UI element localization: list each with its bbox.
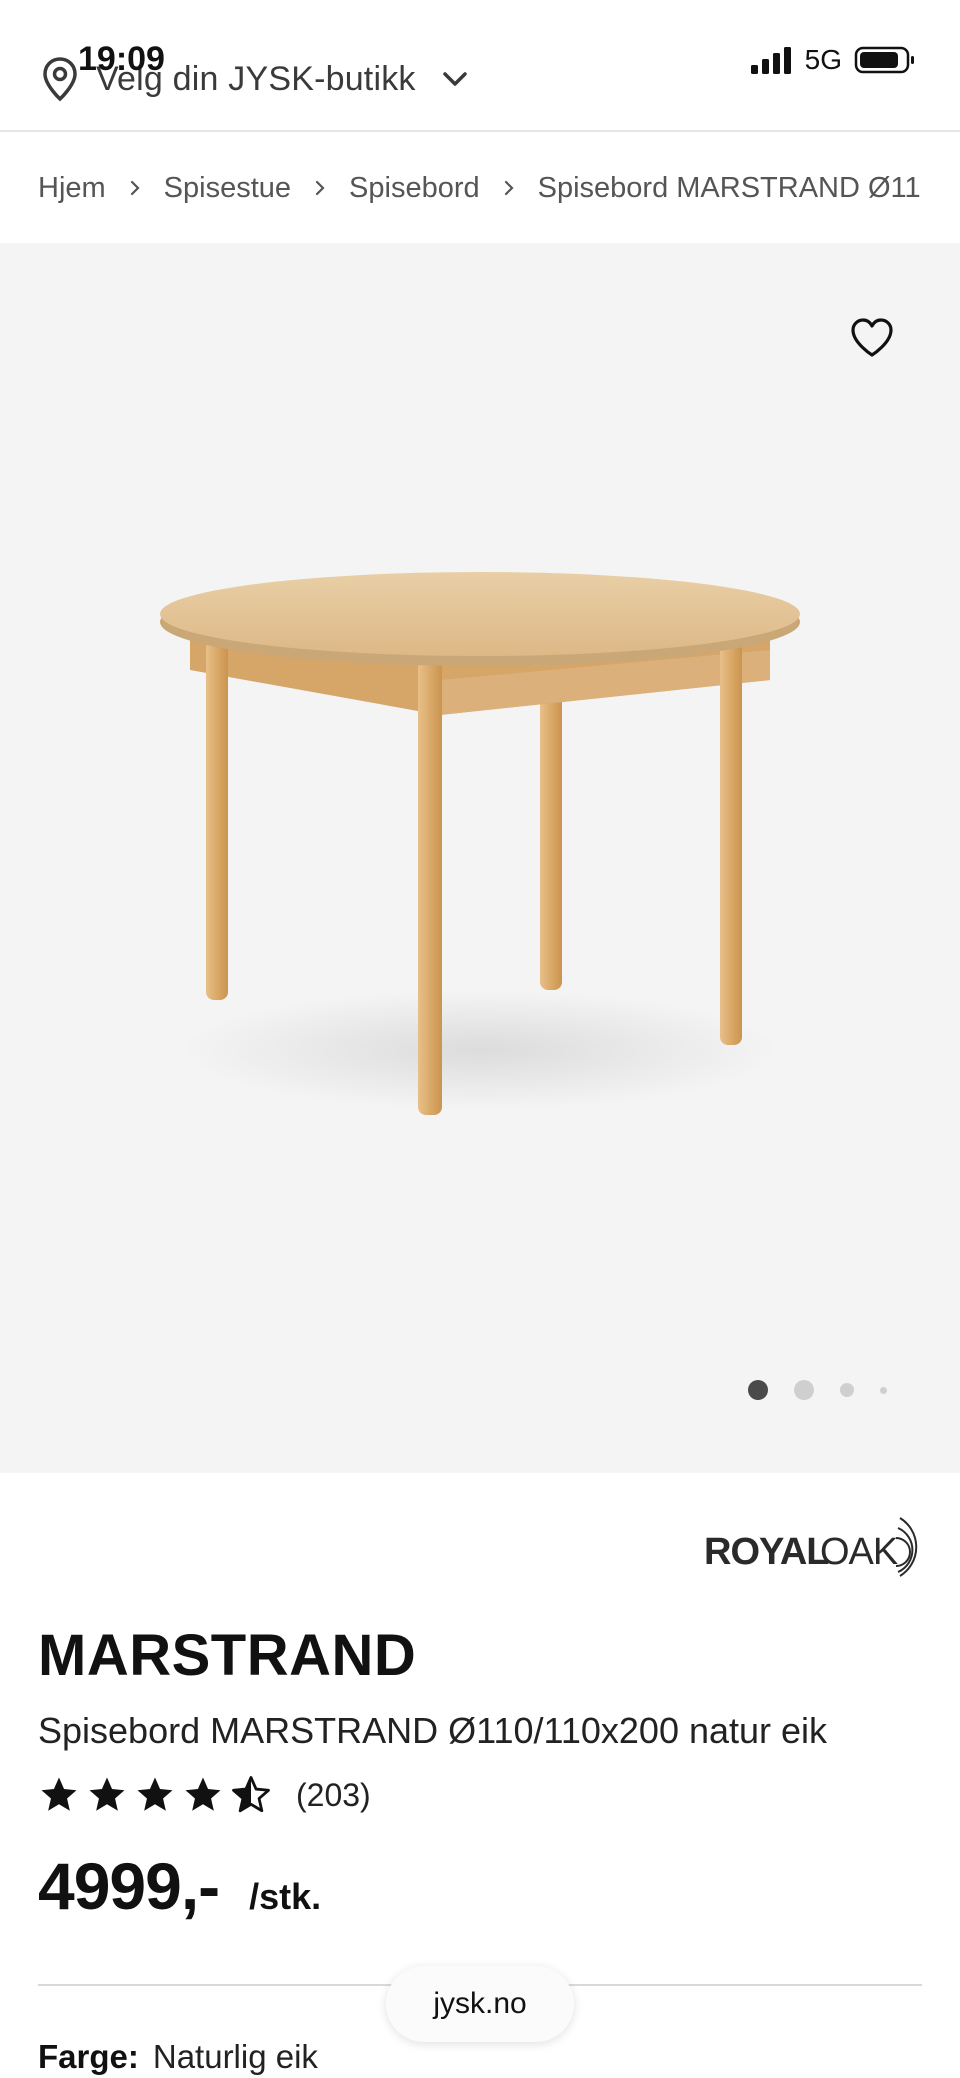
gallery-pagination: [748, 1380, 887, 1400]
breadcrumb-item-spisebord[interactable]: Spisebord: [349, 172, 480, 205]
svg-text:OAK: OAK: [820, 1531, 898, 1573]
color-value: Naturlig eik: [152, 2038, 318, 2075]
breadcrumb: Hjem Spisestue Spisebord Spisebord MARST…: [38, 168, 960, 208]
pagination-dot[interactable]: [840, 1383, 854, 1397]
color-label: Farge:: [38, 2038, 139, 2075]
star-full-icon: [41, 1777, 77, 1811]
product-image-table: [160, 572, 800, 1115]
pagination-dot-active[interactable]: [748, 1380, 768, 1400]
breadcrumb-item-hjem[interactable]: Hjem: [38, 172, 106, 205]
chevron-right-icon: [315, 180, 325, 196]
price-row: 4999,- /stk.: [38, 1848, 321, 1924]
chevron-right-icon: [504, 180, 514, 196]
signal-icon: [750, 47, 791, 74]
review-count[interactable]: (203): [296, 1777, 371, 1814]
chevron-right-icon: [130, 180, 140, 196]
pagination-dot[interactable]: [880, 1386, 887, 1394]
price-unit: /stk.: [249, 1876, 322, 1917]
star-half-icon: [232, 1776, 270, 1813]
heart-icon[interactable]: [848, 314, 896, 362]
star-full-icon: [137, 1777, 173, 1811]
product-rating[interactable]: (203): [38, 1774, 371, 1816]
top-header: Velg din JYSK-butikk 19:09 5G: [0, 0, 960, 132]
color-selector[interactable]: Farge: Naturlig eik: [38, 2038, 318, 2076]
star-full-icon: [89, 1777, 125, 1811]
breadcrumb-item-current[interactable]: Spisebord MARSTRAND Ø11: [538, 172, 921, 205]
product-price: 4999,-: [38, 1849, 220, 1923]
product-subtitle: Spisebord MARSTRAND Ø110/110x200 natur e…: [38, 1710, 828, 1751]
star-full-icon: [185, 1777, 221, 1811]
location-pin-icon: [43, 57, 77, 102]
pagination-dot[interactable]: [794, 1380, 814, 1400]
brand-logo: ROYAL OAK: [704, 1517, 918, 1577]
battery-icon: [854, 46, 914, 74]
svg-text:ROYAL: ROYAL: [704, 1531, 829, 1573]
chevron-down-icon: [442, 72, 467, 86]
product-name: MARSTRAND: [38, 1623, 417, 1688]
breadcrumb-item-spisestue[interactable]: Spisestue: [164, 172, 291, 205]
status-indicators: 5G: [749, 44, 916, 76]
browser-url-bar[interactable]: jysk.no: [386, 1966, 574, 2042]
status-time: 19:09: [78, 40, 165, 78]
browser-url-text: jysk.no: [433, 1987, 527, 2020]
network-type: 5G: [804, 44, 842, 75]
